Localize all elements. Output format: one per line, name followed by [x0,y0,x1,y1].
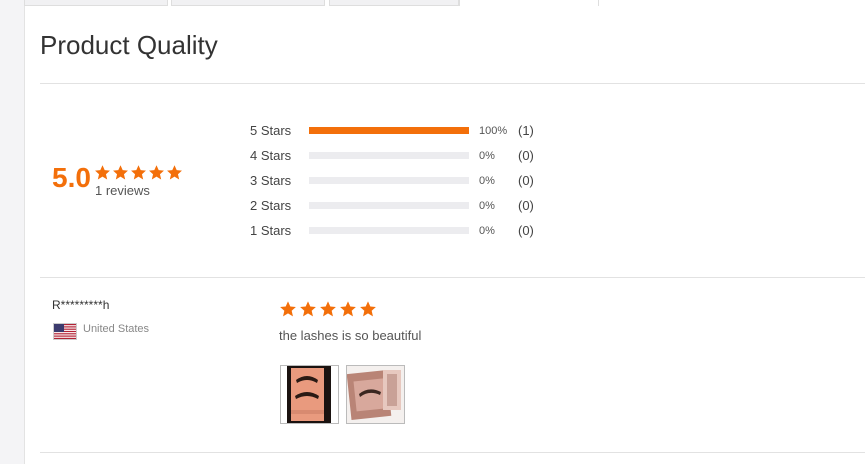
star-icon [340,301,356,317]
rating-count: (0) [518,148,534,163]
tab-1[interactable] [24,0,168,6]
reviewer-country: United States [83,323,150,335]
star-icon [360,301,376,317]
rating-percent: 0% [479,200,495,212]
rating-row-5[interactable]: 5 Stars 100% (1) [250,123,550,139]
rating-bar [309,152,469,159]
rating-bar [309,177,469,184]
review-photo-1[interactable] [280,365,339,424]
rating-percent: 0% [479,175,495,187]
divider-top [40,83,865,84]
star-icon [167,165,182,180]
rating-row-2[interactable]: 2 Stars 0% (0) [250,198,550,214]
rating-label: 2 Stars [250,198,292,213]
rating-bar [309,202,469,209]
rating-bar [309,127,469,134]
rating-label: 4 Stars [250,148,292,163]
star-icon [149,165,164,180]
star-icon [131,165,146,180]
tab-product-quality[interactable] [459,0,599,6]
summary-stars [94,164,184,181]
rating-row-1[interactable]: 1 Stars 0% (0) [250,223,550,239]
lash-box-image [347,366,404,423]
star-icon [300,301,316,317]
review-count: 1 reviews [95,183,150,198]
rating-count: (0) [518,223,534,238]
page-title: Product Quality [40,30,218,60]
rating-percent: 0% [479,150,495,162]
rating-percent: 100% [479,125,508,137]
average-score: 5.0 [52,162,91,193]
review-stars [279,300,379,318]
rating-label: 1 Stars [250,223,292,238]
star-icon [113,165,128,180]
rating-row-4[interactable]: 4 Stars 0% (0) [250,148,550,164]
star-icon [320,301,336,317]
star-icon [280,301,296,317]
divider-middle [40,277,865,278]
left-rail [0,0,25,464]
tab-strip [24,0,865,6]
us-flag-icon [53,323,77,340]
rating-bar [309,227,469,234]
rating-bar-fill [309,127,469,134]
reviewer-name: R*********h [52,298,110,312]
star-icon [95,165,110,180]
rating-percent: 0% [479,225,495,237]
tab-2[interactable] [171,0,325,6]
divider-bottom [40,452,865,453]
rating-row-3[interactable]: 3 Stars 0% (0) [250,173,550,189]
rating-label: 5 Stars [250,123,292,138]
rating-count: (0) [518,173,534,188]
rating-label: 3 Stars [250,173,292,188]
review-photo-2[interactable] [346,365,405,424]
rating-count: (1) [518,123,534,138]
lash-box-image [281,366,338,423]
review-text: the lashes is so beautiful [279,328,422,343]
rating-count: (0) [518,198,534,213]
tab-3[interactable] [329,0,459,6]
